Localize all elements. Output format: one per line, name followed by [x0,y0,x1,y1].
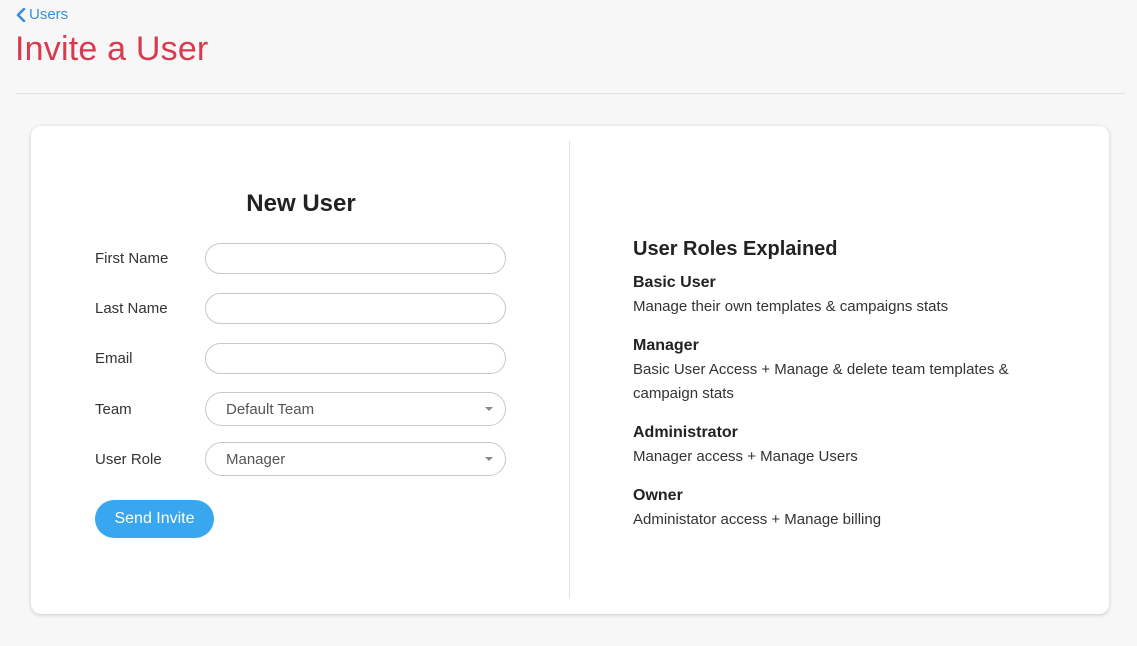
email-input[interactable] [205,342,506,374]
team-label: Team [95,400,132,418]
back-to-users-link[interactable]: Users [16,6,68,23]
team-select-value: Default Team [226,400,315,418]
caret-down-icon [485,407,493,411]
user-role-row: User Role Manager [95,442,507,476]
role-administrator: Administrator Manager access + Manage Us… [633,421,1053,469]
first-name-label: First Name [95,249,169,267]
caret-down-icon [485,457,493,461]
header-divider [15,93,1125,94]
user-role-select[interactable]: Manager [205,442,506,476]
invite-card: New User First Name Last Name Email Team… [31,126,1109,614]
role-name: Administrator [633,424,738,441]
role-description: Administator access + Manage billing [633,511,882,528]
card-divider [569,141,570,599]
back-link-label: Users [29,6,69,23]
form-title: New User [246,190,356,217]
send-invite-button[interactable]: Send Invite [95,500,214,538]
first-name-input[interactable] [205,242,506,274]
email-label: Email [95,349,133,367]
team-select[interactable]: Default Team [205,392,506,426]
role-description: Manager access + Manage Users [633,448,858,465]
first-name-row: First Name [95,242,507,274]
role-manager: Manager Basic User Access + Manage & del… [633,334,1053,406]
user-role-select-value: Manager [226,450,286,468]
role-description: Basic User Access + Manage & delete team… [633,361,1009,402]
user-role-label: User Role [95,450,162,468]
last-name-label: Last Name [95,299,168,317]
roles-panel: User Roles Explained Basic User Manage t… [633,238,1053,547]
roles-title: User Roles Explained [633,238,838,260]
page-title: Invite a User [15,30,209,68]
role-name: Manager [633,337,699,354]
last-name-row: Last Name [95,292,507,324]
role-owner: Owner Administator access + Manage billi… [633,484,1053,532]
last-name-input[interactable] [205,292,506,324]
chevron-left-icon [16,7,26,22]
role-name: Basic User [633,274,716,291]
role-description: Manage their own templates & campaigns s… [633,298,949,315]
email-row: Email [95,342,507,374]
role-basic-user: Basic User Manage their own templates & … [633,271,1053,319]
team-row: Team Default Team [95,392,507,426]
role-name: Owner [633,487,683,504]
